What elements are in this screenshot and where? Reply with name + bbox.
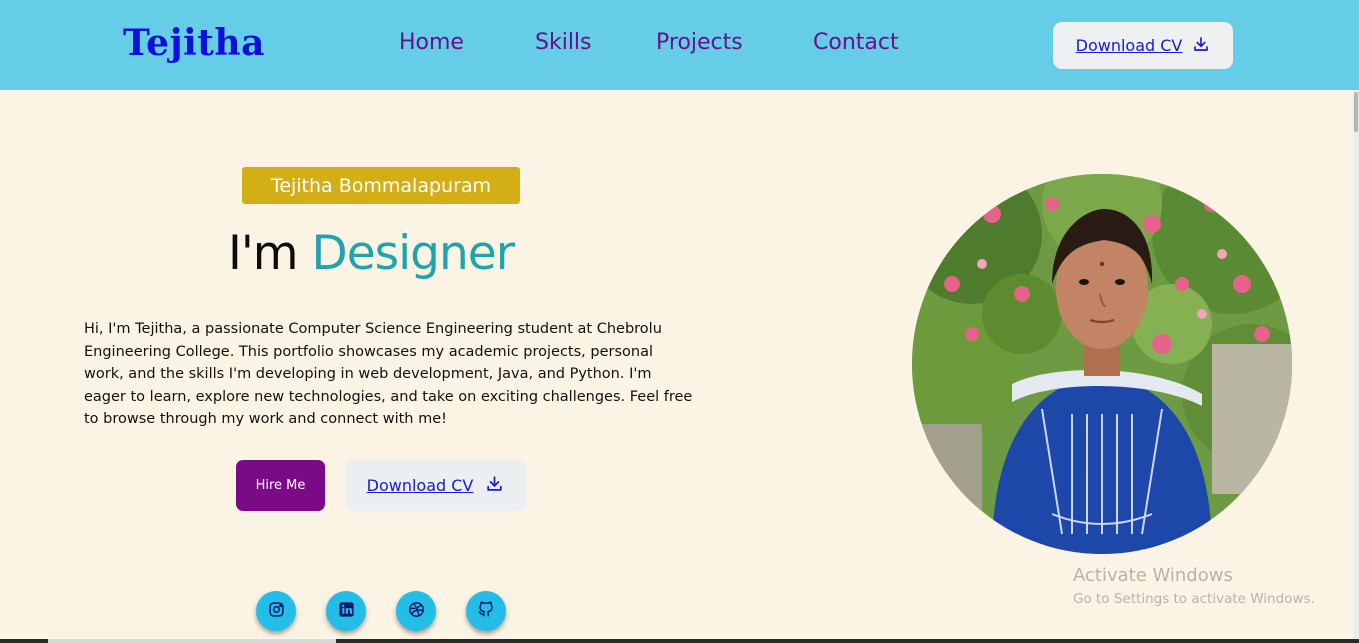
nav-projects[interactable]: Projects: [656, 30, 743, 55]
hero-headline: I'm Designer: [228, 226, 516, 281]
headline-role: Designer: [311, 226, 516, 281]
profile-photo: [912, 174, 1292, 554]
intro-paragraph: Hi, I'm Tejitha, a passionate Computer S…: [84, 321, 693, 428]
activate-windows-subtitle: Go to Settings to activate Windows.: [1073, 591, 1315, 607]
site-logo[interactable]: Tejitha: [123, 22, 265, 64]
nav-contact[interactable]: Contact: [813, 30, 899, 55]
linkedin-link[interactable]: [326, 591, 366, 631]
download-icon: [1192, 35, 1210, 57]
headline-prefix: I'm: [228, 226, 299, 281]
scrollbar[interactable]: [1353, 90, 1359, 643]
header-download-cv-label: Download CV: [1075, 36, 1183, 55]
header-download-cv-button[interactable]: Download CV: [1053, 22, 1233, 69]
instagram-icon: [268, 601, 285, 622]
activate-windows-title: Activate Windows: [1073, 565, 1233, 586]
linkedin-icon: [338, 601, 355, 622]
github-icon: [477, 600, 495, 622]
activate-windows-watermark: Activate Windows Go to Settings to activ…: [1073, 565, 1315, 607]
dribbble-icon: [408, 601, 425, 622]
download-icon: [485, 474, 504, 497]
bottom-segment: [48, 639, 336, 643]
download-cv-button[interactable]: Download CV: [345, 460, 526, 511]
scrollbar-thumb[interactable]: [1354, 92, 1358, 132]
nav-skills[interactable]: Skills: [535, 30, 592, 55]
hire-me-button[interactable]: Hire Me: [236, 460, 325, 511]
dribbble-link[interactable]: [396, 591, 436, 631]
bottom-edge: [0, 639, 1359, 643]
site-header: Tejitha Home Skills Projects Contact Dow…: [0, 0, 1359, 90]
download-cv-label: Download CV: [366, 476, 474, 495]
nav-home[interactable]: Home: [399, 30, 464, 55]
name-badge: Tejitha Bommalapuram: [242, 167, 520, 204]
github-link[interactable]: [466, 591, 506, 631]
instagram-link[interactable]: [256, 591, 296, 631]
